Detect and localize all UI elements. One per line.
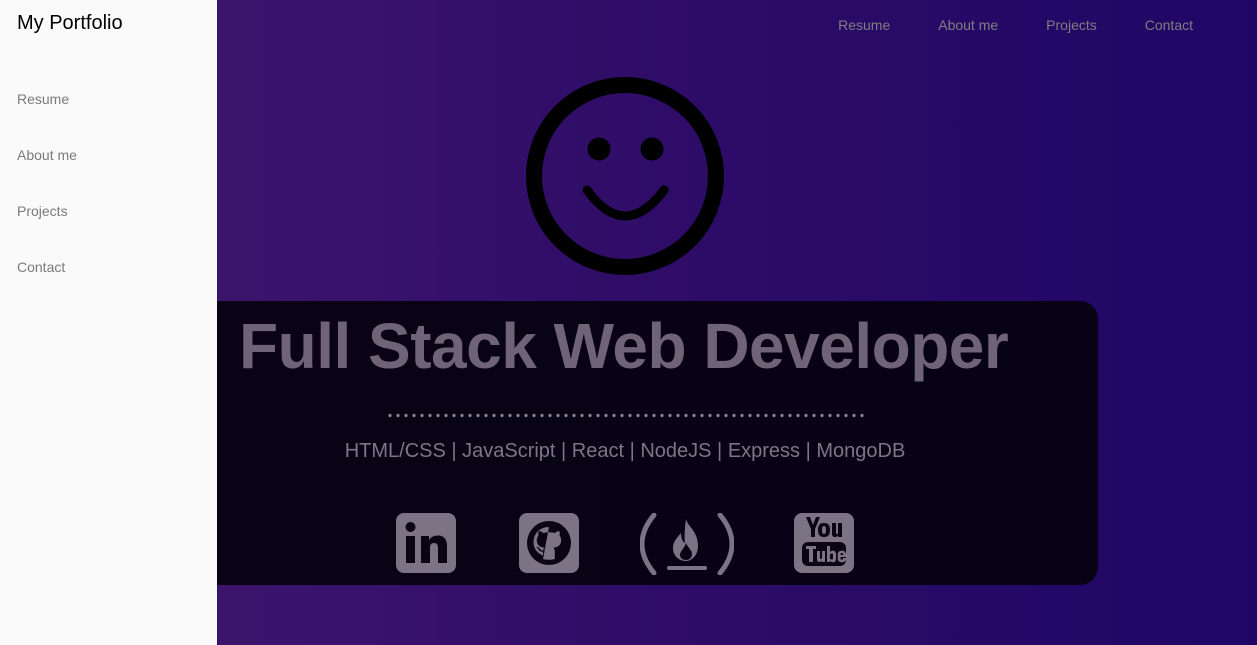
nav-projects-link[interactable]: Projects <box>1022 14 1121 36</box>
sidebar-item-contact: Contact <box>17 258 77 314</box>
linkedin-link[interactable] <box>396 513 456 573</box>
hero-card: Full Stack Web Developer HTML/CSS | Java… <box>200 301 1098 585</box>
nav-resume-link[interactable]: Resume <box>814 14 914 36</box>
linkedin-icon <box>396 513 456 573</box>
nav-contact-link[interactable]: Contact <box>1121 14 1217 36</box>
sidebar-item-projects: Projects <box>17 202 77 258</box>
sidebar-projects-link[interactable]: Projects <box>17 203 68 219</box>
skills-line: HTML/CSS | JavaScript | React | NodeJS |… <box>200 440 1050 463</box>
sidebar-about-link[interactable]: About me <box>17 147 77 163</box>
nav-about-link[interactable]: About me <box>914 14 1022 36</box>
sidebar-item-resume: Resume <box>17 90 77 146</box>
youtube-icon <box>794 513 854 573</box>
github-icon <box>519 513 579 573</box>
skills-text: HTML/CSS | JavaScript | React | NodeJS |… <box>344 440 906 462</box>
sidebar-drawer: My Portfolio Resume About me Projects Co… <box>0 0 217 645</box>
page: Resume About me Projects Contact Full St… <box>0 0 1257 645</box>
github-link[interactable] <box>519 513 579 573</box>
sidebar-contact-link[interactable]: Contact <box>17 259 65 275</box>
brand-title[interactable]: My Portfolio <box>17 11 123 35</box>
sidebar-resume-link[interactable]: Resume <box>17 91 69 107</box>
smiley-face-icon <box>526 77 724 275</box>
top-nav: Resume About me Projects Contact <box>814 14 1217 36</box>
sidebar-item-about: About me <box>17 146 77 202</box>
social-links <box>200 513 1098 575</box>
sidebar-menu: Resume About me Projects Contact <box>17 90 77 314</box>
youtube-link[interactable] <box>794 513 854 573</box>
freecodecamp-link[interactable] <box>640 513 734 575</box>
hero-title: Full Stack Web Developer <box>239 310 1009 382</box>
freecodecamp-icon <box>640 513 734 575</box>
dotted-divider <box>386 413 864 418</box>
